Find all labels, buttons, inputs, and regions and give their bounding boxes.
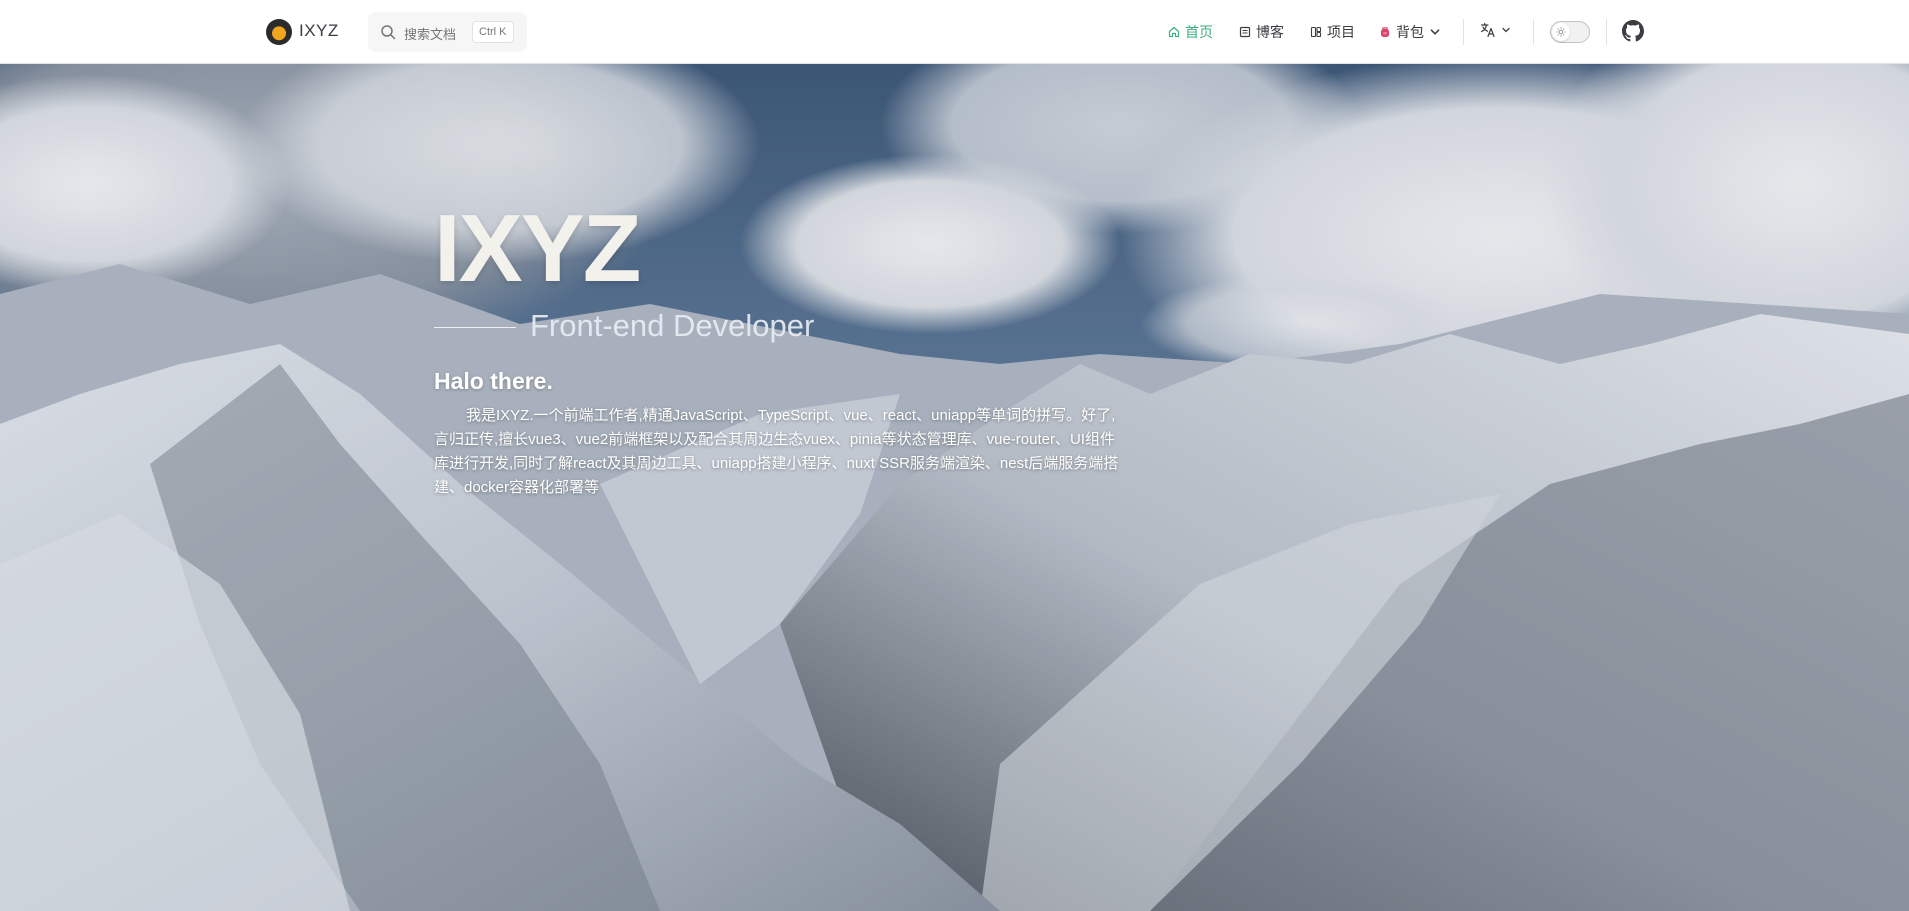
search-shortcut: Ctrl K [472, 21, 514, 43]
chevron-down-icon [1502, 27, 1510, 33]
hero-subtitle: Front-end Developer [530, 308, 815, 343]
search-button[interactable]: 搜索文档 Ctrl K [368, 12, 527, 52]
translate-icon [1480, 22, 1495, 38]
nav-divider [1533, 19, 1534, 45]
grid-icon [1310, 26, 1322, 38]
hero-banner: IXYZ Front-end Developer Halo there. 我是I… [0, 64, 1909, 911]
site-logo[interactable] [266, 19, 292, 45]
chevron-down-icon [1430, 29, 1440, 35]
document-icon [1239, 26, 1251, 38]
nav-item-label: 博客 [1256, 24, 1284, 40]
site-title[interactable]: IXYZ [299, 21, 339, 41]
nav-divider [1463, 19, 1464, 45]
nav-item-label: 项目 [1327, 24, 1355, 40]
nav-item-label: 首页 [1185, 24, 1213, 40]
hero-greeting: Halo there. [434, 368, 553, 394]
hero-description: 我是IXYZ.一个前端工作者,精通JavaScript、TypeScript、v… [434, 407, 1119, 496]
language-switcher[interactable] [1480, 22, 1511, 38]
subtitle-divider [434, 327, 516, 328]
nav-divider [1606, 19, 1607, 45]
theme-toggle[interactable] [1550, 21, 1590, 43]
search-placeholder: 搜索文档 [404, 27, 457, 42]
top-navbar: IXYZ 搜索文档 Ctrl K 首页 博客 项目 背包 [0, 0, 1909, 64]
github-icon[interactable] [1622, 20, 1644, 42]
nav-item-blog[interactable]: 博客 [1239, 22, 1284, 42]
hero-title: IXYZ [434, 195, 641, 302]
nav-item-home[interactable]: 首页 [1168, 22, 1213, 42]
sun-icon [1556, 27, 1566, 37]
search-icon [381, 25, 396, 40]
nav-item-label: 背包 [1396, 24, 1424, 40]
backpack-icon [1381, 27, 1389, 37]
home-icon [1168, 26, 1180, 38]
nav-item-projects[interactable]: 项目 [1310, 22, 1355, 42]
nav-item-backpack[interactable]: 背包 [1379, 22, 1441, 42]
toggle-knob [1552, 23, 1570, 41]
